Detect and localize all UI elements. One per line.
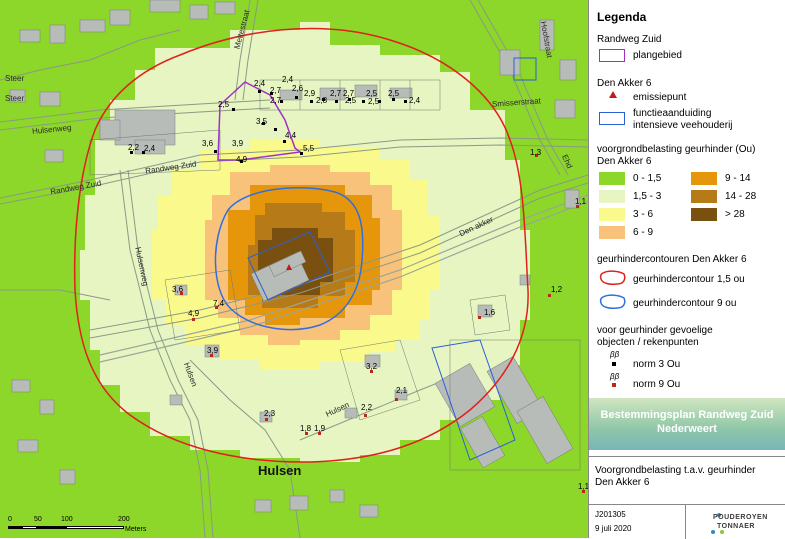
class-label: 9 - 14: [725, 173, 751, 184]
street-label: Den akker: [457, 214, 495, 239]
class-swatch: [599, 190, 625, 203]
title-banner: Bestemmingsplan Randweg Zuid Nederweert: [589, 398, 785, 450]
class-label: 6 - 9: [633, 227, 654, 238]
street-label: Randweg Zuid: [49, 178, 102, 197]
legend-emissiepunt: emissiepunt: [633, 92, 687, 103]
legend-norm9: norm 9 Ou: [633, 379, 681, 390]
scale-tick: 50: [34, 516, 42, 523]
functie-swatch: [599, 112, 625, 125]
receptor-norm9-icon: ββ: [610, 372, 620, 381]
scale-unit: Meters: [125, 526, 147, 533]
footer-box: J201305 9 juli 2020 POUDEROYEN TONNAER: [589, 504, 785, 539]
banner-title: Bestemmingsplan Randweg Zuid: [600, 409, 774, 421]
legend-voorgrond-title1: voorgrondbelasting geurhinder (Ou): [597, 144, 756, 155]
class-label: > 28: [725, 209, 745, 220]
legend-group-denakker: Den Akker 6: [597, 78, 652, 89]
street-label: Steer: [5, 74, 25, 83]
project-code: J201305: [595, 510, 626, 519]
contour-9-swatch: [599, 294, 626, 309]
logo: POUDEROYEN TONNAER: [689, 510, 781, 536]
street-label: Steer: [5, 94, 25, 103]
class-label: 3 - 6: [633, 209, 654, 220]
street-label: Hulsen: [181, 361, 199, 388]
street-label: Hulsenweg: [133, 246, 151, 287]
project-date: 9 juli 2020: [595, 524, 632, 533]
plangebied-swatch: [599, 49, 625, 62]
legend-functie-line1: functieaanduiding: [633, 108, 712, 119]
banner-subtitle: Nederweert: [657, 423, 717, 435]
legend-voorgrond-title2: Den Akker 6: [597, 156, 652, 167]
emission-point-icon: [609, 91, 617, 98]
class-label: 1,5 - 3: [633, 191, 662, 202]
street-label: Hoofstraat: [538, 20, 555, 59]
scale-tick: 100: [61, 516, 73, 523]
legend-gevoelig-line2: objecten / rekenpunten: [597, 337, 699, 348]
map-panel[interactable]: 2,4 2,4 2,6 2,9 2,8 2,7 2,5 2,5 2,5 2,4 …: [0, 0, 588, 538]
class-swatch: [691, 172, 717, 185]
map-subtitle-line1: Voorgrondbelasting t.a.v. geurhinder: [595, 465, 756, 476]
street-label: Hulsenweg: [31, 122, 72, 137]
receptor-norm3-icon: ββ: [610, 350, 620, 359]
legend-contour-9: geurhindercontour 9 ou: [633, 298, 737, 309]
scale-tick: 0: [8, 516, 12, 523]
legend-title: Legenda: [597, 10, 647, 24]
scale-bar: 0 50 100 200 Meters: [8, 516, 146, 538]
contour-15-swatch: [599, 270, 626, 285]
street-label: Randweg Zuid: [144, 159, 197, 176]
receptor-norm9-square: [612, 383, 616, 387]
logo-line2: TONNAER: [717, 523, 755, 530]
street-label: Hulsen: [324, 400, 351, 419]
legend-gevoelig-line1: voor geurhinder gevoelige: [597, 325, 713, 336]
legend-contour-title: geurhindercontouren Den Akker 6: [597, 254, 747, 265]
legend-group-randweg: Randweg Zuid: [597, 34, 662, 45]
class-label: 0 - 1,5: [633, 173, 662, 184]
subtitle-box: Voorgrondbelasting t.a.v. geurhinder Den…: [589, 456, 785, 505]
class-label: 14 - 28: [725, 191, 757, 202]
street-label: Ehd: [560, 153, 575, 170]
legend-plangebied: plangebied: [633, 50, 682, 61]
legend-norm3: norm 3 Ou: [633, 359, 681, 370]
map-subtitle-line2: Den Akker 6: [595, 477, 650, 488]
legend-contour-15: geurhindercontour 1,5 ou: [633, 274, 745, 285]
legend-panel: Legenda Randweg Zuid plangebied Den Akke…: [588, 0, 785, 539]
class-swatch: [599, 226, 625, 239]
class-swatch: [691, 190, 717, 203]
street-label: Mettestraat: [232, 9, 252, 50]
receptor-norm3-square: [612, 362, 616, 366]
class-swatch: [691, 208, 717, 221]
town-label: Hulsen: [258, 463, 302, 478]
street-label: Smisserstraat: [491, 96, 542, 109]
class-swatch: [599, 208, 625, 221]
legend-functie-line2: intensieve veehouderij: [633, 120, 733, 131]
class-swatch: [599, 172, 625, 185]
logo-line1: POUDEROYEN: [713, 514, 768, 521]
street-labels: Randweg Zuid Randweg Zuid Hulsenweg Smis…: [0, 0, 588, 538]
scale-tick: 200: [118, 516, 130, 523]
